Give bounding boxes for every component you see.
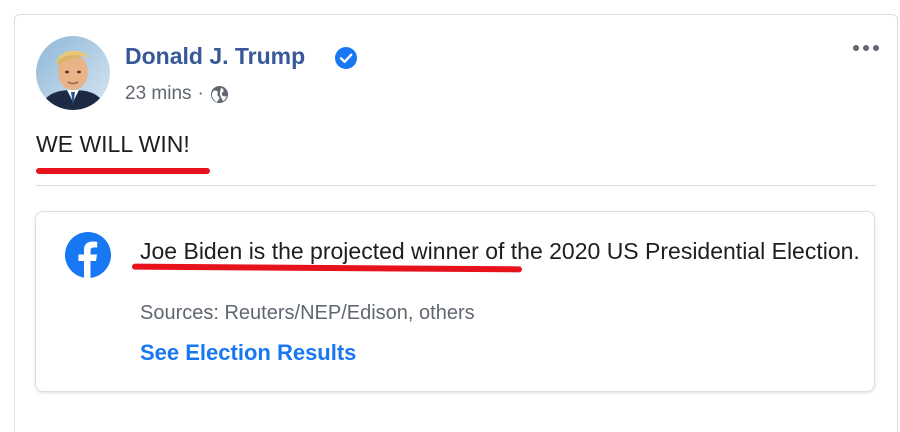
author-name[interactable]: Donald J. Trump [125, 43, 305, 70]
more-options-icon[interactable] [846, 36, 886, 60]
more-dot [853, 45, 859, 51]
election-info-message: Joe Biden is the projected winner of the… [140, 238, 860, 264]
verified-badge-icon [335, 47, 357, 69]
author-avatar[interactable] [36, 36, 110, 110]
avatar-image [36, 36, 110, 110]
facebook-logo-icon [65, 232, 111, 278]
red-underline-annotation [36, 168, 210, 174]
more-dot [863, 45, 869, 51]
post-timestamp[interactable]: 23 mins [125, 83, 192, 105]
election-sources: Sources: Reuters/NEP/Edison, others [140, 302, 475, 324]
meta-separator: · [197, 83, 204, 104]
more-dot [873, 45, 879, 51]
see-election-results-link[interactable]: See Election Results [140, 340, 356, 366]
post-meta: 23 mins · [125, 83, 229, 105]
post-text: WE WILL WIN! [36, 131, 190, 157]
globe-icon[interactable] [210, 85, 229, 104]
post-divider [36, 185, 876, 186]
